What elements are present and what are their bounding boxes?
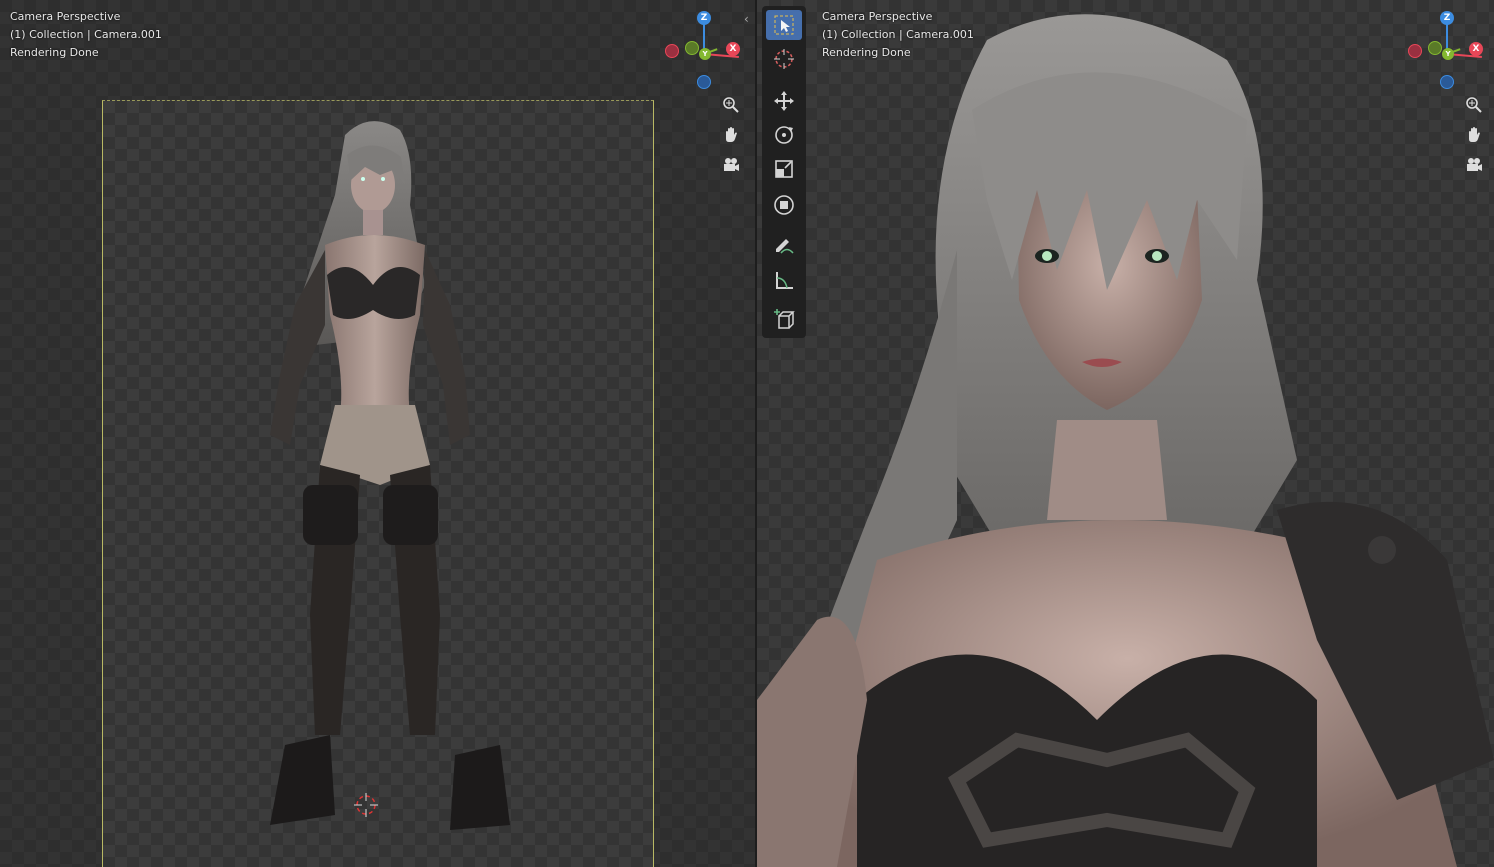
3d-cursor-icon xyxy=(354,793,378,817)
collection-label: (1) Collection | Camera.001 xyxy=(10,28,162,41)
z-axis-ball[interactable]: Z xyxy=(697,11,711,25)
annotate-tool[interactable] xyxy=(766,230,802,260)
rotate-icon xyxy=(775,126,793,144)
render-status-label: Rendering Done xyxy=(10,46,99,59)
rotate-tool[interactable] xyxy=(766,120,802,150)
transform-icon xyxy=(774,195,794,215)
add-cube-tool[interactable] xyxy=(766,304,802,334)
scale-tool[interactable] xyxy=(766,154,802,184)
viewport-left[interactable]: Camera Perspective (1) Collection | Came… xyxy=(0,0,756,867)
annotate-pencil-icon xyxy=(776,239,794,254)
navigation-gizmo-right[interactable]: Z X Y xyxy=(1403,8,1493,98)
y-axis-ball[interactable]: Y xyxy=(1442,48,1454,60)
viewport-info-right: Camera Perspective (1) Collection | Came… xyxy=(822,8,974,62)
measure-tool[interactable] xyxy=(766,266,802,296)
move-tool[interactable] xyxy=(766,86,802,116)
camera-view-icon[interactable] xyxy=(718,152,744,178)
scale-icon xyxy=(775,160,793,178)
neg-y-axis-ball[interactable] xyxy=(685,41,699,55)
viewport-info-left: Camera Perspective (1) Collection | Came… xyxy=(10,8,162,62)
render-status-label: Rendering Done xyxy=(822,46,911,59)
add-cube-icon xyxy=(774,309,795,329)
z-axis-ball[interactable]: Z xyxy=(1440,11,1454,25)
neg-z-axis-ball[interactable] xyxy=(1440,75,1454,89)
toolbar-collapse-arrow-icon[interactable]: ‹ xyxy=(744,12,749,26)
zoom-icon[interactable] xyxy=(1461,92,1487,118)
pan-hand-icon[interactable] xyxy=(1461,122,1487,148)
tool-shelf xyxy=(762,6,806,338)
view-mode-label: Camera Perspective xyxy=(10,10,121,23)
pan-hand-icon[interactable] xyxy=(718,122,744,148)
measure-ruler-icon xyxy=(776,272,793,289)
transform-tool[interactable] xyxy=(766,190,802,220)
x-axis-ball[interactable]: X xyxy=(1469,42,1483,56)
collection-label: (1) Collection | Camera.001 xyxy=(822,28,974,41)
view-mode-label: Camera Perspective xyxy=(822,10,933,23)
move-icon xyxy=(774,91,794,111)
select-box-icon xyxy=(774,15,794,35)
y-axis-ball[interactable]: Y xyxy=(699,48,711,60)
viewport-right[interactable]: Camera Perspective (1) Collection | Came… xyxy=(757,0,1494,867)
neg-y-axis-ball[interactable] xyxy=(1428,41,1442,55)
cursor-icon xyxy=(774,49,794,69)
zoom-icon[interactable] xyxy=(718,92,744,118)
character-render-close-up xyxy=(757,14,1494,867)
navigation-gizmo-left[interactable]: Z X Y xyxy=(660,8,750,98)
select-box-tool[interactable] xyxy=(766,10,802,40)
neg-x-axis-ball[interactable] xyxy=(665,44,679,58)
neg-z-axis-ball[interactable] xyxy=(697,75,711,89)
cursor-tool[interactable] xyxy=(766,44,802,74)
character-render-full-body xyxy=(270,121,510,830)
camera-view-icon[interactable] xyxy=(1461,152,1487,178)
neg-x-axis-ball[interactable] xyxy=(1408,44,1422,58)
x-axis-ball[interactable]: X xyxy=(726,42,740,56)
